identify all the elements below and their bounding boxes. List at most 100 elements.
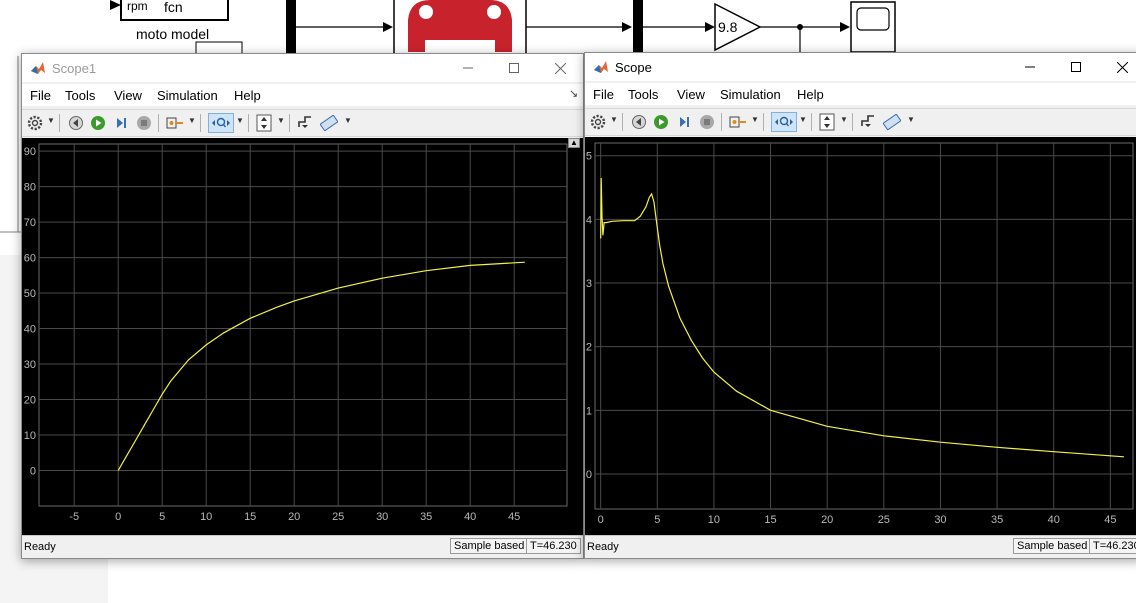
measurements-button[interactable] [319, 113, 339, 133]
status-bar: Ready Sample based T=46.230 [585, 535, 1136, 558]
autoscale-button[interactable] [817, 112, 837, 132]
x-tick-label: 35 [420, 511, 432, 523]
close-button[interactable] [1099, 53, 1136, 81]
highlight-dropdown-icon[interactable]: ▼ [751, 115, 759, 124]
menu-file[interactable]: File [30, 88, 51, 103]
matlab-logo-icon [594, 61, 608, 73]
toolbar: ▼ ▼ ▼ ▼ ▼ [585, 108, 1136, 136]
scope1-chart[interactable]: -5 0 5 10 15 20 25 30 35 40 45 0 10 20 30 40 50 60 70 80 90 [22, 138, 584, 536]
autoscale-dropdown-icon[interactable]: ▼ [277, 116, 285, 125]
menu-simulation[interactable]: Simulation [157, 88, 218, 103]
minimize-button[interactable] [1007, 53, 1053, 81]
settings-button[interactable] [588, 112, 608, 132]
vehicle-block[interactable] [393, 0, 527, 57]
measurements-button[interactable] [882, 112, 902, 132]
gear-icon [27, 115, 43, 131]
x-tick-label: 10 [708, 514, 720, 526]
settings-button[interactable] [25, 113, 45, 133]
zoom-icon [212, 117, 230, 128]
menu-file[interactable]: File [593, 87, 614, 102]
fcn-label: fcn [164, 0, 183, 15]
scope-chart[interactable]: 0 5 10 15 20 25 30 35 40 45012345 [585, 137, 1136, 536]
menu-help[interactable]: Help [797, 87, 824, 102]
step-back-button[interactable] [629, 112, 649, 132]
run-button[interactable] [88, 113, 108, 133]
zoom-dropdown-icon[interactable]: ▼ [799, 115, 807, 124]
measurements-dropdown-icon[interactable]: ▼ [344, 116, 352, 125]
run-icon [91, 116, 105, 130]
ruler-icon [883, 114, 901, 130]
sample-mode: Sample based [1013, 538, 1092, 554]
scope1-window[interactable]: Scope1 File Tools View Simulation Help ↘… [21, 53, 584, 559]
matlab-logo-icon [31, 62, 45, 74]
stop-icon [137, 116, 151, 130]
step-back-button[interactable] [66, 113, 86, 133]
zoom-button[interactable] [771, 112, 797, 132]
status-bar: Ready Sample based T=46.230 [22, 535, 583, 558]
step-forward-button[interactable] [111, 113, 131, 133]
step-back-icon [632, 115, 646, 129]
trigger-icon [298, 116, 311, 128]
triggers-button[interactable] [295, 113, 315, 133]
menu-simulation[interactable]: Simulation [720, 87, 781, 102]
fcn-block[interactable]: rpm fcn [110, 0, 229, 21]
autoscale-button[interactable] [254, 113, 274, 133]
autoscale-dropdown-icon[interactable]: ▼ [840, 115, 848, 124]
stop-icon [700, 115, 714, 129]
x-tick-label: 0 [598, 514, 604, 526]
maximize-button[interactable] [491, 54, 537, 82]
y-tick-label: 2 [586, 342, 592, 354]
step-forward-button[interactable] [674, 112, 694, 132]
x-tick-label: 15 [244, 511, 256, 523]
menu-view[interactable]: View [114, 88, 142, 103]
scope-window[interactable]: Scope File Tools View Simulation Help ▼ [584, 52, 1136, 559]
stop-button[interactable] [134, 113, 154, 133]
expand-plot-button[interactable]: ▲ [568, 138, 580, 148]
x-tick-label: 30 [934, 514, 946, 526]
trigger-icon [861, 115, 874, 127]
gain-value: 9.8 [718, 19, 738, 35]
menu-tools[interactable]: Tools [628, 87, 658, 102]
scope-plot-area[interactable]: 0 5 10 15 20 25 30 35 40 45 0 1 2 3 4 5 [585, 137, 1136, 536]
x-tick-label: 40 [464, 511, 476, 523]
menu-tools[interactable]: Tools [65, 88, 95, 103]
stop-button[interactable] [697, 112, 717, 132]
y-tick-label: 4 [586, 214, 592, 226]
title-bar[interactable]: Scope [585, 53, 1136, 81]
highlight-block-button[interactable] [728, 112, 748, 132]
settings-dropdown-icon[interactable]: ▼ [610, 115, 618, 124]
demux-block[interactable] [633, 0, 643, 58]
y-tick-label: 10 [24, 430, 36, 442]
menu-view[interactable]: View [677, 87, 705, 102]
settings-dropdown-icon[interactable]: ▼ [47, 116, 55, 125]
autoscale-icon [819, 113, 835, 131]
minimize-icon [463, 67, 473, 69]
zoom-button[interactable] [208, 113, 234, 133]
step-forward-icon [117, 118, 126, 128]
close-button[interactable] [537, 54, 583, 82]
y-tick-label: 40 [24, 324, 36, 336]
y-tick-label: 70 [24, 217, 36, 229]
scope-block[interactable] [850, 1, 896, 53]
menu-dock-arrow-icon[interactable]: ↘ [569, 87, 578, 100]
gain-block[interactable]: 9.8 [714, 2, 762, 52]
title-bar[interactable]: Scope1 [22, 54, 583, 82]
x-tick-label: 5 [654, 514, 660, 526]
measurements-dropdown-icon[interactable]: ▼ [907, 115, 915, 124]
highlight-dropdown-icon[interactable]: ▼ [188, 116, 196, 125]
x-tick-label: 15 [764, 514, 776, 526]
status-text: Ready [587, 541, 619, 553]
run-button[interactable] [651, 112, 671, 132]
maximize-button[interactable] [1053, 53, 1099, 81]
triggers-button[interactable] [858, 112, 878, 132]
close-icon [554, 62, 566, 74]
menu-help[interactable]: Help [234, 88, 261, 103]
y-tick-label: 80 [24, 182, 36, 194]
minimize-button[interactable] [445, 54, 491, 82]
highlight-block-button[interactable] [165, 113, 185, 133]
zoom-dropdown-icon[interactable]: ▼ [236, 116, 244, 125]
mux-block[interactable] [286, 0, 296, 58]
moto-model-label: moto model [136, 26, 209, 42]
scope1-plot-area[interactable]: -5 0 5 10 15 20 25 30 35 40 45 0 10 20 30 40 50 60 70 80 90 … [22, 138, 583, 536]
x-tick-label: 0 [115, 511, 121, 523]
